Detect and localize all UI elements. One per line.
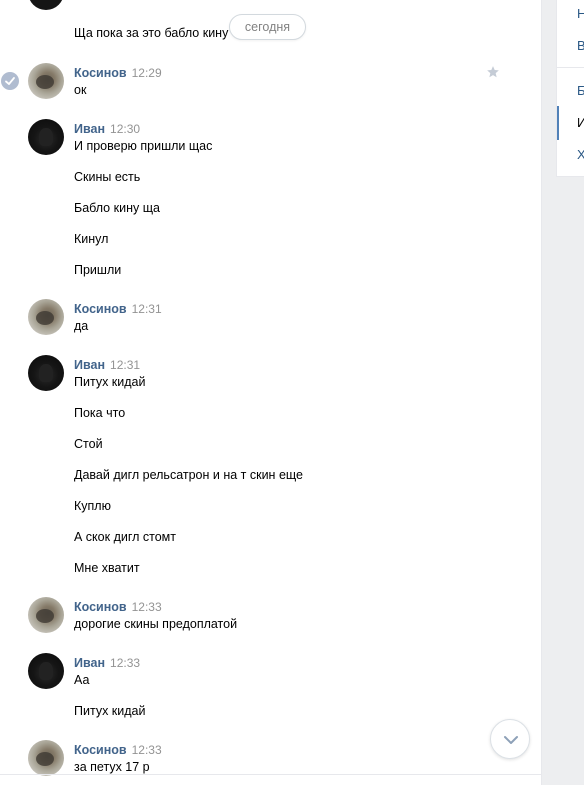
sender-name[interactable]: Косинов [74,302,127,316]
message-time[interactable]: 12:31 [132,302,162,316]
message-text: дорогие скины предоплатой [74,617,238,631]
sender-name[interactable]: Косинов [74,66,127,80]
message-text: да [74,319,89,333]
menu-item[interactable]: В [577,38,584,53]
message-time[interactable]: 12:33 [110,656,140,670]
active-indicator [557,106,559,140]
chat-history: Ща пока за это бабло кину сегодня Косино… [0,0,542,785]
message-time[interactable]: 12:33 [132,743,162,757]
message-text: Мне хватит [74,561,140,575]
message-text: Давай дигл рельсатрон и на т скин еще [74,468,303,482]
date-separator: сегодня [229,14,306,40]
scroll-down-button[interactable] [490,719,530,759]
message-text: Стой [74,437,103,451]
sender-name[interactable]: Иван [74,656,105,670]
right-menu: Н В Б И Х [556,0,584,177]
star-icon[interactable] [486,65,500,79]
chevron-down-icon [504,736,518,744]
message-header: Косинов 12:33 [74,600,162,614]
menu-item[interactable]: Н [577,6,584,21]
menu-item[interactable]: Х [577,147,584,162]
message-time[interactable]: 12:31 [110,358,140,372]
sender-name[interactable]: Косинов [74,600,127,614]
message-header: Иван 12:33 [74,656,140,670]
message-text: И проверю пришли щас [74,139,213,153]
message-text: Питух кидай [74,704,146,718]
avatar[interactable] [28,597,64,633]
message-header: Косинов 12:29 [74,66,162,80]
message-text: Пока что [74,406,126,420]
message-text: Куплю [74,499,111,513]
avatar[interactable] [28,355,64,391]
message-header: Косинов 12:33 [74,743,162,757]
avatar[interactable] [28,653,64,689]
divider [557,67,584,68]
message-text: Ща пока за это бабло кину [74,26,229,40]
message-header: Иван 12:30 [74,122,140,136]
avatar[interactable] [28,63,64,99]
avatar[interactable] [28,119,64,155]
message-text: ок [74,83,87,97]
sender-name[interactable]: Косинов [74,743,127,757]
message-text: Пришли [74,263,122,277]
avatar[interactable] [28,0,64,10]
message-header: Косинов 12:31 [74,302,162,316]
menu-item[interactable]: Б [577,83,584,98]
message-text: Питух кидай [74,375,146,389]
message-text: Скины есть [74,170,141,184]
message-text: Бабло кину ща [74,201,160,215]
check-icon[interactable] [1,72,19,90]
avatar[interactable] [28,740,64,776]
sender-name[interactable]: Иван [74,358,105,372]
message-text: Кинул [74,232,109,246]
menu-item-active[interactable]: И [577,115,584,130]
message-text: А скок дигл стомт [74,530,176,544]
message-text: за петух 17 р [74,760,150,774]
message-header: Иван 12:31 [74,358,140,372]
message-text: Аа [74,673,90,687]
message-time[interactable]: 12:33 [132,600,162,614]
sender-name[interactable]: Иван [74,122,105,136]
message-time[interactable]: 12:29 [132,66,162,80]
message-time[interactable]: 12:30 [110,122,140,136]
avatar[interactable] [28,299,64,335]
divider [0,774,541,775]
